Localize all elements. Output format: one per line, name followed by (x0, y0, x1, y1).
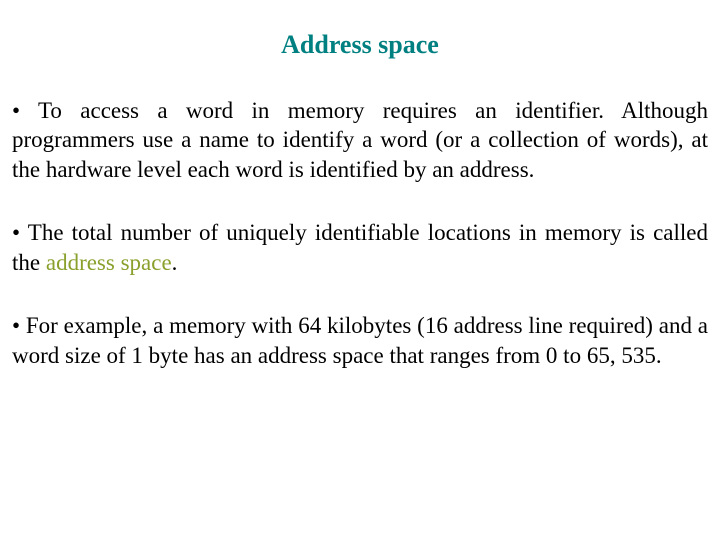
paragraph-1-text: To access a word in memory requires an i… (12, 98, 708, 182)
bullet-1: • (12, 98, 38, 123)
paragraph-1: • To access a word in memory requires an… (12, 96, 708, 184)
bullet-2: • (12, 220, 28, 245)
slide: Address space • To access a word in memo… (0, 0, 720, 540)
paragraph-2: • The total number of uniquely identifia… (12, 218, 708, 277)
term-address-space: address space (46, 250, 172, 275)
paragraph-2-tail: . (172, 250, 178, 275)
paragraph-3-text: For example, a memory with 64 kilobytes … (12, 313, 708, 367)
slide-title: Address space (12, 30, 708, 60)
paragraph-3: • For example, a memory with 64 kilobyte… (12, 311, 708, 370)
bullet-3: • (12, 313, 26, 338)
